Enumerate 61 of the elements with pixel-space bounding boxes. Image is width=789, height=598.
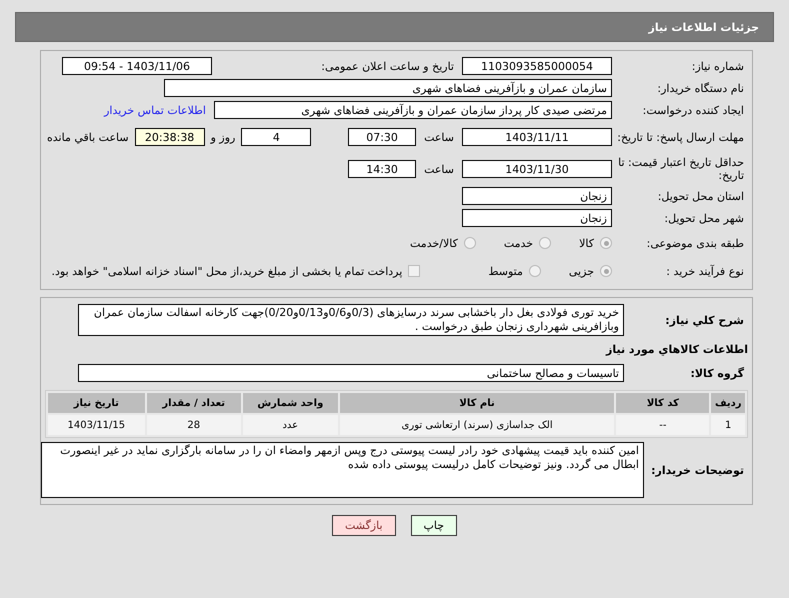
table-cell: 1 xyxy=(711,415,745,435)
radio-button[interactable] xyxy=(464,237,476,249)
deadline-date-field: 1403/11/11 xyxy=(462,128,612,146)
option-label: متوسط xyxy=(488,264,523,278)
column-header: تاریخ نیاز xyxy=(48,393,145,413)
field-label: تاریخ و ساعت اعلان عمومی: xyxy=(320,60,455,72)
field-label: شماره نیاز: xyxy=(690,60,745,72)
column-header: واحد شمارش xyxy=(242,393,338,413)
option-label: کالا/خدمت xyxy=(410,236,458,250)
buyer-org-field: سازمان عمران و بازآفرینی فضاهای شهری xyxy=(164,79,612,97)
field-label: گروه کالا: xyxy=(689,366,745,380)
print-button[interactable]: چاپ xyxy=(410,515,458,536)
time-label: ساعت xyxy=(424,162,454,176)
field-label: استان محل تحویل: xyxy=(656,190,745,202)
validity-date-field: 1403/11/30 xyxy=(462,160,612,178)
table-cell: عدد xyxy=(242,415,338,435)
section-heading: اطلاعات كالاهاي مورد نياز xyxy=(606,342,749,356)
option-label: جزیی xyxy=(568,264,594,278)
field-label: حداقل تاریخ اعتبار قیمت: تا تاریخ: xyxy=(617,156,745,182)
days-field: 4 xyxy=(241,128,312,146)
field-label: نام دستگاه خریدار: xyxy=(656,82,745,94)
column-header: کد کالا xyxy=(616,393,710,413)
field-label: مهلت ارسال پاسخ: تا تاریخ: xyxy=(616,130,745,144)
back-button[interactable]: بازگشت xyxy=(332,515,396,536)
radio-button[interactable] xyxy=(539,237,552,249)
field-label: توضیحات خریدار: xyxy=(650,464,745,476)
radio-button[interactable] xyxy=(528,265,541,277)
announce-date-field: 1403/11/06 - 09:54 xyxy=(62,57,212,75)
table-cell: -- xyxy=(616,415,710,435)
goods-group-field: تاسیسات و مصالح ساختمانی xyxy=(78,364,624,382)
column-header: تعداد / مقدار xyxy=(146,393,241,413)
deadline-time-field: 07:30 xyxy=(348,128,416,146)
radio-button[interactable] xyxy=(600,265,612,277)
field-label: ایجاد کننده درخواست: xyxy=(642,104,745,116)
table-cell: 1403/11/15 xyxy=(48,415,145,435)
province-field: زنجان xyxy=(462,187,612,205)
field-label: شرح کلي نياز: xyxy=(664,314,745,326)
field-label: شهر محل تحویل: xyxy=(663,212,745,224)
need-number-field: 1103093585000054 xyxy=(462,57,612,75)
column-header: ردیف xyxy=(711,393,745,413)
remaining-label: ساعت باقي مانده xyxy=(47,130,129,144)
validity-time-field: 14:30 xyxy=(348,160,416,178)
page-title: جزئیات اطلاعات نیاز xyxy=(648,20,759,34)
column-header: نام کالا xyxy=(340,393,614,413)
notes-textarea[interactable]: امین کننده باید قیمت پیشهادی خود رادر لیست پیوستی درج وپس ازمهر وامضاء ان را در سامانه بارگزاری نماید در غیر اینصورت ابطال می گردد. ونیز توضیحات کامل درلیست پیوستی داده شده xyxy=(41,442,644,498)
checkbox-label: پرداخت تمام یا بخشی از مبلغ خرید،از محل "اسناد خزانه اسلامی" خواهد بود. xyxy=(52,264,402,278)
summary-textarea[interactable]: خرید توری فولادی بغل دار باخشابی سرند درسایزهای (0/3و0/6و0/13و0/20)جهت کارخانه اسفالت سازمان عمران وبازافرینی شهرداری زنجان طبق درخواست . xyxy=(78,304,624,336)
field-label: طبقه بندی موضوعی: xyxy=(646,236,745,250)
option-label: کالا xyxy=(579,236,594,250)
radio-button[interactable] xyxy=(600,237,612,249)
contact-link[interactable]: اطلاعات تماس خریدار xyxy=(104,104,206,116)
table-cell: الک جداسازی (سرند) ارتعاشی توری xyxy=(340,415,614,435)
days-label: روز و xyxy=(210,130,236,144)
requester-field: مرتضی صیدی کار پرداز سازمان عمران و بازآفرینی فضاهای شهری xyxy=(214,101,612,119)
city-field: زنجان xyxy=(462,209,612,227)
field-label: نوع فرآیند خرید : xyxy=(665,264,745,278)
table-cell: 28 xyxy=(146,415,241,435)
time-label: ساعت xyxy=(424,130,454,144)
option-label: خدمت xyxy=(504,236,534,250)
remaining-time-field: 20:38:38 xyxy=(134,128,205,146)
checkbox[interactable] xyxy=(408,265,420,277)
